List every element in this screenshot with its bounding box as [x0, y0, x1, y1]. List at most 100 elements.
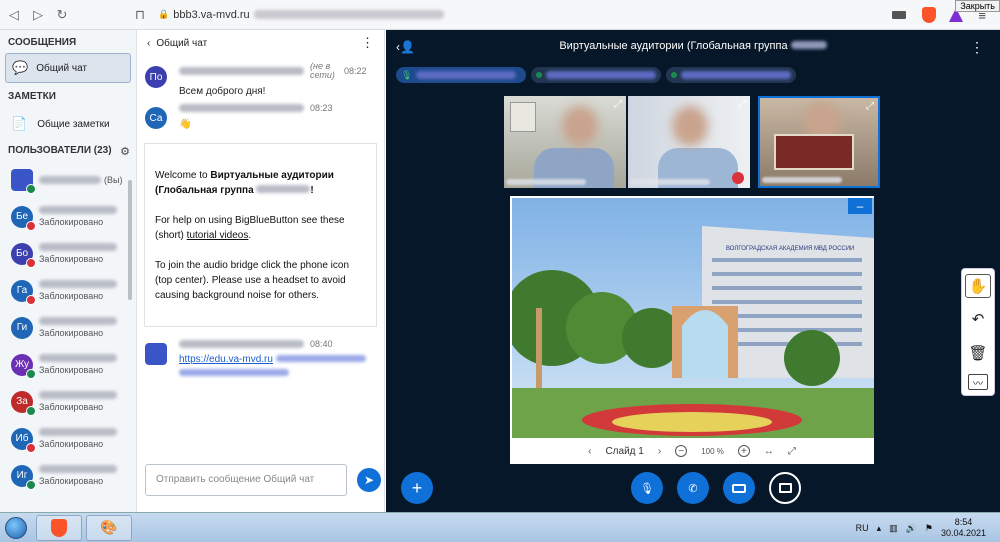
presentation-area[interactable]: – ВОЛГОГРАДСКАЯ АКАДЕМИЯ МВД РОССИИ ‹ Сл…: [510, 196, 874, 464]
user-name-blurred: [39, 317, 117, 325]
sender-name-blurred: [179, 67, 304, 75]
fullscreen-icon[interactable]: ⤢: [788, 446, 796, 457]
undo-icon[interactable]: ↶: [965, 307, 991, 331]
slide-selector[interactable]: Слайд 1: [605, 446, 643, 457]
zoom-in-icon[interactable]: +: [737, 445, 750, 457]
forward-icon[interactable]: ▷: [28, 5, 48, 25]
sidebar-scrollbar[interactable]: [128, 180, 132, 300]
user-list-item[interactable]: Иб Заблокировано: [0, 420, 136, 457]
volume-icon[interactable]: 🔊: [906, 523, 917, 534]
locked-status-label: Заблокировано: [39, 476, 104, 486]
tray-expand-icon[interactable]: ▴: [877, 523, 882, 534]
bookmark-icon[interactable]: ⊓: [130, 5, 150, 25]
locked-status-label: Заблокировано: [39, 254, 104, 264]
gear-icon[interactable]: ⚙: [120, 145, 130, 158]
welcome-audio-text: To join the audio bridge click the phone…: [155, 260, 350, 301]
lock-icon: 🔒: [158, 9, 170, 19]
list-item: По (не в сети) 08:22 Всем доброго дня!: [137, 62, 384, 97]
mic-status-icon: [26, 183, 36, 194]
locked-status-label: Заблокировано: [39, 291, 104, 301]
taskbar-paint[interactable]: 🎨: [86, 514, 132, 541]
minimize-presentation-button[interactable]: –: [848, 198, 872, 214]
welcome-excl: !: [310, 185, 314, 196]
video-tile[interactable]: ⤢: [758, 96, 880, 188]
url-text: bbb3.va-mvd.ru: [173, 8, 250, 21]
tutorial-videos-link[interactable]: tutorial videos: [187, 230, 249, 241]
back-icon[interactable]: ◁: [4, 5, 24, 25]
zoom-out-icon[interactable]: −: [675, 445, 688, 457]
user-list-item[interactable]: Иг Заблокировано: [0, 457, 136, 494]
avatar: Иб: [11, 427, 36, 453]
flag-icon[interactable]: ⚑: [925, 523, 933, 534]
screenshare-button[interactable]: [769, 472, 801, 504]
sidebar-item-shared-notes[interactable]: 📄 Общие заметки: [5, 107, 131, 141]
network-icon[interactable]: ▥: [889, 523, 898, 534]
mute-button[interactable]: 🎙: [631, 472, 663, 504]
users-section-title: ПОЛЬЗОВАТЕЛИ (23): [8, 145, 112, 156]
next-slide-icon[interactable]: ›: [658, 446, 661, 457]
locked-status-label: Заблокировано: [39, 217, 104, 227]
user-list-item[interactable]: Ги Заблокировано: [0, 309, 136, 346]
actions-button[interactable]: +: [401, 472, 433, 504]
browser-toolbar: ◁ ▷ ↻ ⊓ 🔒 bbb3.va-mvd.ru 1 ≡ Закрыть: [0, 0, 1000, 30]
user-name-blurred: [39, 391, 117, 399]
talking-indicator[interactable]: [531, 67, 661, 83]
phone-icon: ✆: [688, 482, 698, 495]
url-blurred: [253, 10, 444, 19]
address-bar[interactable]: 🔒 bbb3.va-mvd.ru: [158, 9, 444, 21]
chat-input[interactable]: Отправить сообщение Общий чат: [145, 464, 347, 496]
whiteboard-toolbar: ✋ ↶ 🗑 〰: [961, 268, 995, 396]
user-name-blurred: [39, 206, 117, 214]
hand-tool-icon[interactable]: ✋: [965, 273, 991, 298]
start-button[interactable]: [0, 513, 32, 542]
message-text: 👋: [179, 119, 192, 130]
sidebar-item-public-chat[interactable]: 💬 Общий чат: [5, 53, 131, 83]
trash-icon[interactable]: 🗑: [965, 341, 991, 365]
share-webcam-button[interactable]: [723, 472, 755, 504]
slide-image: ВОЛГОГРАДСКАЯ АКАДЕМИЯ МВД РОССИИ: [512, 198, 874, 438]
reload-icon[interactable]: ↻: [52, 5, 72, 25]
expand-icon[interactable]: ⤢: [738, 99, 746, 110]
sidebar-item-label: Общий чат: [36, 62, 88, 74]
camera-icon[interactable]: [892, 11, 907, 19]
prev-slide-icon[interactable]: ‹: [588, 446, 591, 457]
user-list-item[interactable]: Бе Заблокировано: [0, 198, 136, 235]
user-list-item[interactable]: За Заблокировано: [0, 383, 136, 420]
notes-section-title: ЗАМЕТКИ: [8, 91, 56, 102]
messages-section-title: СООБЩЕНИЯ: [8, 37, 77, 48]
user-name-blurred: [39, 354, 117, 362]
message-time: 08:23: [310, 103, 333, 113]
chat-icon: 💬: [12, 60, 29, 75]
user-list-item[interactable]: Жу Заблокировано: [0, 346, 136, 383]
taskbar-brave[interactable]: [36, 514, 82, 541]
video-tile[interactable]: ⤢: [628, 96, 750, 188]
send-icon: ➤: [363, 473, 375, 487]
avatar: За: [11, 390, 36, 416]
welcome-text: Welcome to: [155, 170, 211, 181]
message-text: Всем доброго дня!: [179, 86, 266, 97]
brave-shield-icon[interactable]: [922, 7, 937, 23]
user-name-blurred: [39, 280, 117, 288]
edu-link[interactable]: https://edu.va-mvd.ru: [179, 354, 273, 365]
clock[interactable]: 8:54 30.04.2021: [941, 517, 986, 539]
clock-time: 8:54: [954, 517, 973, 527]
user-list-item[interactable]: (Вы): [0, 161, 136, 198]
user-list-item[interactable]: Га Заблокировано: [0, 272, 136, 309]
user-name-blurred: [39, 465, 117, 473]
leave-audio-button[interactable]: ✆: [677, 472, 709, 504]
chat-header: ‹ Общий чат ⋮: [137, 30, 384, 56]
chevron-left-icon[interactable]: ‹: [147, 38, 150, 49]
video-tile[interactable]: ⤢: [504, 96, 626, 188]
multi-user-whiteboard-icon[interactable]: 〰: [968, 374, 988, 391]
language-indicator[interactable]: RU: [856, 523, 869, 533]
more-options-icon[interactable]: ⋮: [361, 35, 374, 51]
talking-indicator[interactable]: 🎙: [396, 67, 526, 83]
send-button[interactable]: ➤: [357, 468, 381, 492]
options-icon[interactable]: ⋮: [970, 39, 984, 56]
fit-width-icon[interactable]: ↔: [764, 446, 774, 457]
user-list-item[interactable]: Бо Заблокировано: [0, 235, 136, 272]
talking-indicator[interactable]: [666, 67, 796, 83]
expand-icon[interactable]: ⤢: [614, 99, 622, 110]
expand-icon[interactable]: ⤢: [866, 101, 874, 112]
list-item: 08:40 https://edu.va-mvd.ru: [137, 339, 384, 376]
